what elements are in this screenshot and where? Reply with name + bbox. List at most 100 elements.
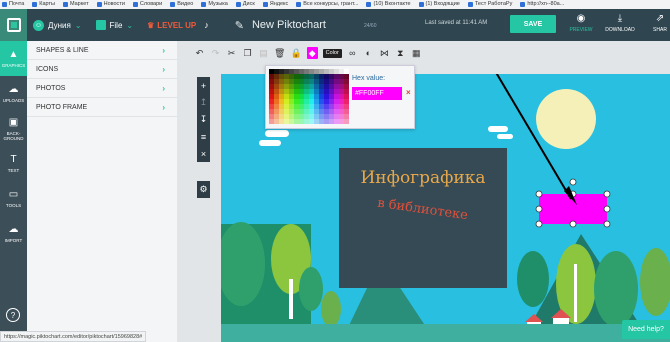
canvas-side-tools: + ↥ ↧ ≡ × [197,77,210,162]
color-button[interactable]: Color [322,48,342,58]
bookmark-label: Диск [242,1,255,7]
tree-shape[interactable] [640,248,670,316]
sun-shape[interactable] [536,89,596,149]
level-up-button[interactable]: ♛ LEVEL UP [147,21,196,30]
rail-text[interactable]: T TEXT [0,146,27,181]
panel-item-shapes-line[interactable]: SHAPES & LINE › [27,41,177,60]
document-title[interactable]: ✎ New Piktochart 24/60 [235,19,377,32]
bookmark-item[interactable]: Карты [32,0,55,9]
lock-icon[interactable]: 🔒 [290,47,301,59]
bookmark-item[interactable]: Диск [235,0,255,9]
fill-color-icon[interactable]: ◆ [306,47,318,59]
canvas-subtitle-text[interactable]: в библиотеке [377,196,469,224]
rail-label: TEXT [7,168,20,173]
panel-item-photos[interactable]: PHOTOS › [27,79,177,98]
move-down-icon[interactable]: ↧ [200,111,208,128]
save-button[interactable]: SAVE [510,15,556,33]
file-menu[interactable]: File ⌄ [95,20,133,30]
bookmark-label: (10) Вконтакте [373,1,411,7]
need-help-button[interactable]: Need help? [622,320,670,339]
bookmark-label: http://xn--80a... [527,1,565,7]
cloud-shape[interactable] [259,140,281,146]
rail-uploads[interactable]: ☁ UPLOADS [0,76,27,111]
tree-shape[interactable] [594,251,638,327]
bookmark-item[interactable]: http://xn--80a... [520,0,564,9]
add-block-icon[interactable]: + [201,77,206,94]
panel-item-label: ICONS [36,65,59,73]
graphics-category-panel: SHAPES & LINE › ICONS › PHOTOS › PHOTO F… [27,41,177,342]
help-icon[interactable]: ? [6,308,20,322]
last-saved-status: Last saved at 11:41 AM [425,20,488,26]
panel-item-icons[interactable]: ICONS › [27,60,177,79]
piktochart-logo[interactable] [0,9,27,41]
bookmark-icon [201,2,207,7]
flip-horizontal-icon[interactable]: ⋈ [379,47,390,59]
trash-icon[interactable]: 🗑 [274,47,285,59]
cut-icon[interactable]: ✂ [226,47,237,59]
bookmark-item[interactable]: Маркет [62,0,89,9]
bookmark-icon [296,2,302,7]
preview-button[interactable]: ◉ PREVIEW [566,13,596,33]
rail-background[interactable]: ▣ BACK- GROUND [0,111,27,146]
bookmarks-bar: Почта Карты Маркет Новости Словари Видео Музык… [0,0,670,9]
bell-icon[interactable]: ♪ [204,20,209,30]
rail-import[interactable]: ☁ IMPORT [0,216,27,251]
block-settings-icon[interactable]: ≡ [201,128,206,145]
tree-shape[interactable] [517,251,549,307]
bookmark-icon [262,2,268,7]
move-up-icon[interactable]: ↥ [200,94,208,111]
tree-trunk-shape[interactable] [289,279,293,319]
rail-graphics[interactable]: ▲ GRAPHICS [0,41,27,76]
bookmark-item[interactable]: Тест РаботаРу [467,0,513,9]
rail-label: BACK- GROUND [3,130,24,141]
layer-icon[interactable]: ▦ [411,47,422,59]
canvas-title-text[interactable]: Инфографика [360,168,485,188]
flip-vertical-icon[interactable]: ⧗ [395,47,406,59]
ground-shape[interactable] [221,324,670,342]
close-icon[interactable]: × [406,88,411,97]
color-swatch[interactable] [344,119,349,124]
bookmark-label: Тест РаботаРу [474,1,513,7]
bookmark-item[interactable]: Музыка [201,0,228,9]
delete-block-icon[interactable]: × [201,145,206,162]
color-swatch-grid[interactable] [269,69,349,126]
opacity-icon[interactable]: ◐ [363,47,374,59]
link-icon[interactable]: ∞ [347,47,358,59]
tree-shape[interactable] [299,267,323,311]
tree-trunk-shape[interactable] [574,264,577,322]
bookmark-item[interactable]: Новости [96,0,125,9]
bookmark-item[interactable]: Яндекс [262,0,288,9]
share-button[interactable]: ⇗ SHAR [645,13,670,33]
cloud-shape[interactable] [488,126,508,132]
editor-workspace: ↶ ↷ ✂ ❐ ▤ 🗑 🔒 ◆ Color ∞ ◐ ⋈ ⧗ ▦ + ↥ ↧ ≡ … [177,41,670,342]
gear-icon[interactable]: ⚙ [197,181,210,198]
paste-icon[interactable]: ▤ [258,47,269,59]
download-button[interactable]: ⤓ DOWNLOAD [605,13,635,33]
bookmark-item[interactable]: Видео [170,0,193,9]
download-icon: ⤓ [617,13,623,24]
chevron-down-icon: ⌄ [74,20,82,30]
preview-label: PREVIEW [569,27,593,33]
hex-value-input[interactable]: #FF00FF [352,87,402,100]
rail-tools[interactable]: ▭ TOOLS [0,181,27,216]
bookmark-item[interactable]: Словари [132,0,162,9]
bookmark-label: Видео [177,1,194,7]
tree-shape[interactable] [321,291,341,327]
copy-icon[interactable]: ❐ [242,47,253,59]
bookmark-item[interactable]: (10) Вконтакте [366,0,411,9]
user-menu[interactable]: ☺ Дуния ⌄ [33,19,82,31]
user-name: Дуния [48,20,71,30]
rail-label: TOOLS [5,203,22,208]
bookmark-item[interactable]: (1) Входящие [418,0,460,9]
cloud-shape[interactable] [265,130,289,137]
hex-value-label: Hex value: [352,75,386,82]
redo-icon[interactable]: ↷ [210,47,221,59]
bookmark-label: (1) Входящие [425,1,460,7]
cloud-shape[interactable] [497,134,513,139]
panel-item-photo-frame[interactable]: PHOTO FRAME › [27,98,177,117]
bookmark-item[interactable]: Все конкурсы, грант... [296,0,358,9]
bookmark-item[interactable]: Почта [2,0,24,9]
undo-icon[interactable]: ↶ [194,47,205,59]
bookmark-label: Все конкурсы, грант... [303,1,359,7]
pencil-icon: ✎ [234,19,244,32]
